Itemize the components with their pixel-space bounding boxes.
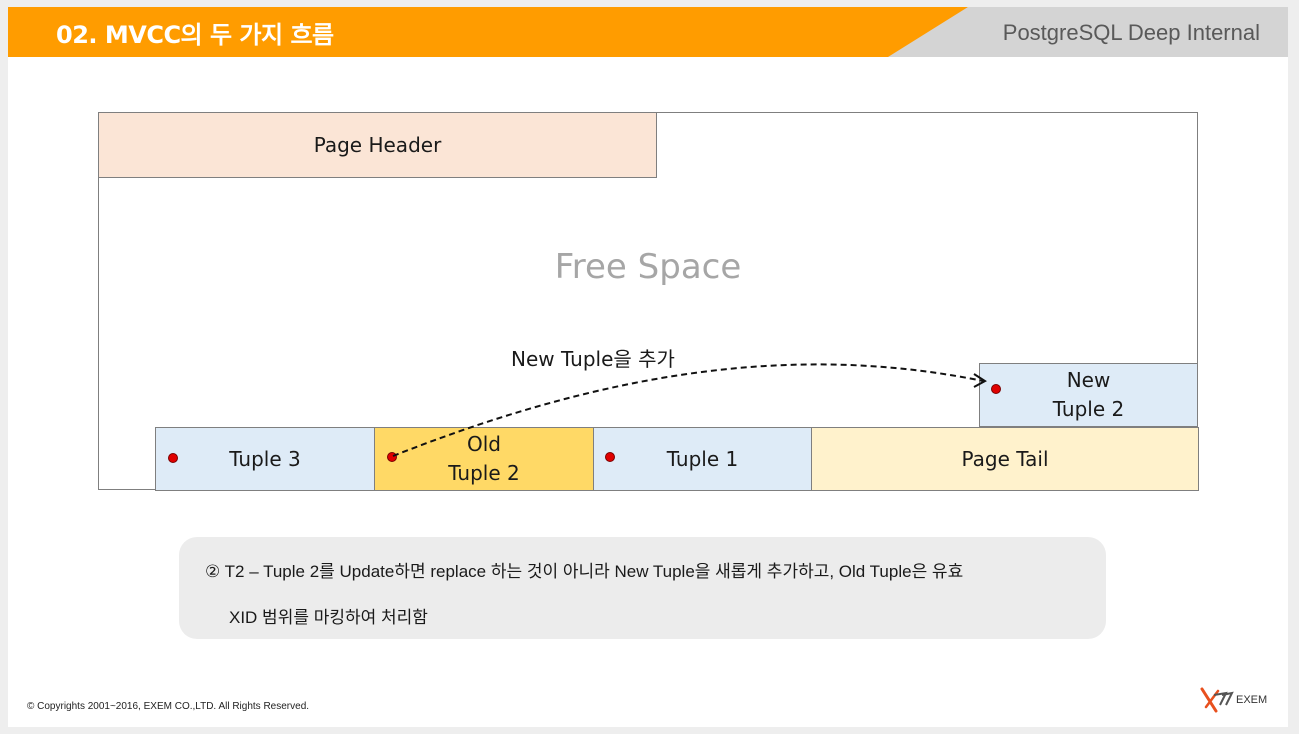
slide-title: 02. MVCC의 두 가지 흐름 [56,21,334,49]
tuple3-label: Tuple 3 [229,446,301,471]
old-tuple2-pointer-dot [387,452,397,462]
new-tuple2-pointer-dot [991,384,1001,394]
note-line-2: XID 범위를 마킹하여 처리함 [229,608,428,627]
page-header-block: Page Header [98,112,657,178]
old-tuple2-label: Old Tuple 2 [448,432,520,485]
new-tuple2-label: New Tuple 2 [1052,368,1125,421]
copyright-text: © Copyrights 2001~2016, EXEM CO.,LTD. Al… [27,701,310,712]
slide: 02. MVCC의 두 가지 흐름 PostgreSQL Deep Intern… [8,7,1288,727]
page-tail-cell: Page Tail [811,427,1199,491]
tuple1-pointer-dot [605,452,615,462]
note-line-1: ② T2 – Tuple 2를 Update하면 replace 하는 것이 아… [205,562,964,581]
free-space-label: Free Space [554,247,742,287]
tuple1-cell: Tuple 1 [593,427,812,491]
brand-title: PostgreSQL Deep Internal [1002,20,1260,45]
page-header-label: Page Header [313,133,442,157]
arrow-label: New Tuple을 추가 [511,347,675,371]
tuple3-pointer-dot [168,453,178,463]
tuple1-label: Tuple 1 [666,446,739,471]
exem-logo-text: EXEM [1236,694,1268,706]
exem-logo-icon [1200,687,1234,713]
note-box: ② T2 – Tuple 2를 Update하면 replace 하는 것이 아… [179,537,1106,639]
page-tail-label: Page Tail [961,446,1049,471]
tuple3-cell: Tuple 3 [155,427,375,491]
exem-logo: EXEM [1198,685,1278,715]
new-tuple2-cell: New Tuple 2 [979,363,1198,427]
old-tuple2-cell: Old Tuple 2 [374,427,594,491]
